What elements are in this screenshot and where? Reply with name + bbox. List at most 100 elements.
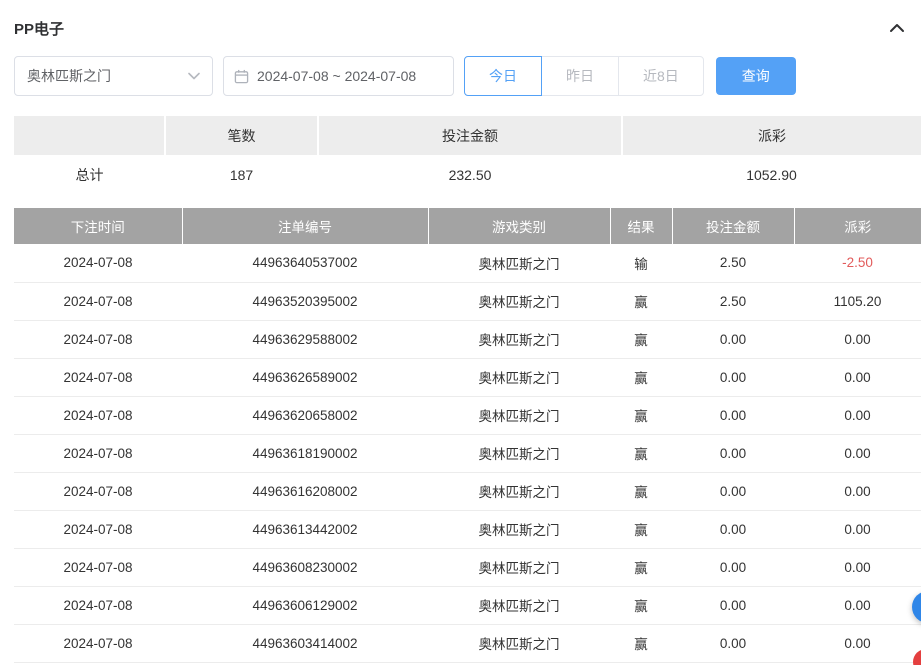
table-row: 2024-07-08 44963629588002 奥林匹斯之门 赢 0.00 … [14, 320, 921, 358]
order-id-cell: 44963616208002 [182, 472, 428, 510]
result-cell: 赢 [610, 510, 672, 548]
bet-time-cell: 2024-07-08 [14, 624, 182, 662]
bet-time-cell: 2024-07-08 [14, 472, 182, 510]
bet-time-cell: 2024-07-08 [14, 548, 182, 586]
game-type-cell: 奥林匹斯之门 [428, 244, 610, 282]
summary-header-row: 笔数 投注金额 派彩 [14, 116, 921, 155]
panel-header: PP电子 [14, 12, 921, 44]
collapse-chevron-up-icon[interactable] [889, 23, 905, 33]
pp-games-panel: PP电子 奥林匹斯之门 2024-07-08 ~ 2024-07-08 今日 昨… [0, 0, 921, 663]
search-button[interactable]: 查询 [716, 57, 796, 95]
bet-table-header-row: 下注时间 注单编号 游戏类别 结果 投注金额 派彩 [14, 208, 921, 244]
order-id-cell: 44963613442002 [182, 510, 428, 548]
payout-cell: 0.00 [794, 586, 921, 624]
chevron-down-icon [188, 72, 200, 80]
summary-header-blank [14, 116, 165, 155]
bet-time-cell: 2024-07-08 [14, 320, 182, 358]
result-cell: 赢 [610, 396, 672, 434]
payout-cell: 1105.20 [794, 282, 921, 320]
game-type-cell: 奥林匹斯之门 [428, 548, 610, 586]
summary-total-bet-amount: 232.50 [318, 155, 622, 195]
date-range-picker[interactable]: 2024-07-08 ~ 2024-07-08 [223, 56, 454, 96]
bet-time-cell: 2024-07-08 [14, 244, 182, 282]
bet-amount-cell: 0.00 [672, 586, 794, 624]
payout-cell: 0.00 [794, 320, 921, 358]
table-row: 2024-07-08 44963613442002 奥林匹斯之门 赢 0.00 … [14, 510, 921, 548]
bet-table-body: 2024-07-08 44963640537002 奥林匹斯之门 输 2.50 … [14, 244, 921, 662]
payout-cell: 0.00 [794, 358, 921, 396]
game-type-cell: 奥林匹斯之门 [428, 396, 610, 434]
game-type-cell: 奥林匹斯之门 [428, 472, 610, 510]
payout-cell: 0.00 [794, 434, 921, 472]
payout-cell: -2.50 [794, 244, 921, 282]
summary-total-payout: 1052.90 [622, 155, 921, 195]
yesterday-button[interactable]: 昨日 [541, 56, 619, 96]
last-8-days-button[interactable]: 近8日 [618, 56, 704, 96]
bet-time-cell: 2024-07-08 [14, 586, 182, 624]
header-bet-amount: 投注金额 [672, 208, 794, 244]
bet-time-cell: 2024-07-08 [14, 358, 182, 396]
result-cell: 赢 [610, 434, 672, 472]
result-cell: 赢 [610, 358, 672, 396]
result-cell: 赢 [610, 320, 672, 358]
bet-amount-cell: 0.00 [672, 472, 794, 510]
payout-cell: 0.00 [794, 472, 921, 510]
bet-amount-cell: 0.00 [672, 624, 794, 662]
summary-table: 笔数 投注金额 派彩 总计 187 232.50 1052.90 [14, 116, 921, 195]
order-id-cell: 44963640537002 [182, 244, 428, 282]
summary-header-bet-amount: 投注金额 [318, 116, 622, 155]
table-row: 2024-07-08 44963603414002 奥林匹斯之门 赢 0.00 … [14, 624, 921, 662]
order-id-cell: 44963608230002 [182, 548, 428, 586]
calendar-icon [234, 69, 249, 84]
payout-cell: 0.00 [794, 510, 921, 548]
game-type-cell: 奥林匹斯之门 [428, 586, 610, 624]
summary-total-row: 总计 187 232.50 1052.90 [14, 155, 921, 195]
game-select[interactable]: 奥林匹斯之门 [14, 56, 213, 96]
order-id-cell: 44963629588002 [182, 320, 428, 358]
bet-amount-cell: 0.00 [672, 548, 794, 586]
game-type-cell: 奥林匹斯之门 [428, 624, 610, 662]
today-button[interactable]: 今日 [464, 56, 542, 96]
filter-bar: 奥林匹斯之门 2024-07-08 ~ 2024-07-08 今日 昨日 近8日… [14, 56, 921, 96]
table-row: 2024-07-08 44963626589002 奥林匹斯之门 赢 0.00 … [14, 358, 921, 396]
game-select-value: 奥林匹斯之门 [27, 66, 111, 86]
bet-table: 下注时间 注单编号 游戏类别 结果 投注金额 派彩 2024-07-08 449… [14, 208, 921, 663]
bet-amount-cell: 0.00 [672, 434, 794, 472]
order-id-cell: 44963626589002 [182, 358, 428, 396]
bet-amount-cell: 0.00 [672, 396, 794, 434]
table-row: 2024-07-08 44963606129002 奥林匹斯之门 赢 0.00 … [14, 586, 921, 624]
game-type-cell: 奥林匹斯之门 [428, 510, 610, 548]
order-id-cell: 44963606129002 [182, 586, 428, 624]
payout-cell: 0.00 [794, 396, 921, 434]
bet-amount-cell: 0.00 [672, 320, 794, 358]
table-row: 2024-07-08 44963616208002 奥林匹斯之门 赢 0.00 … [14, 472, 921, 510]
result-cell: 输 [610, 244, 672, 282]
header-game-type: 游戏类别 [428, 208, 610, 244]
page-title: PP电子 [14, 18, 64, 39]
table-row: 2024-07-08 44963640537002 奥林匹斯之门 输 2.50 … [14, 244, 921, 282]
result-cell: 赢 [610, 586, 672, 624]
table-row: 2024-07-08 44963520395002 奥林匹斯之门 赢 2.50 … [14, 282, 921, 320]
bet-amount-cell: 0.00 [672, 510, 794, 548]
header-order-id: 注单编号 [182, 208, 428, 244]
bet-amount-cell: 2.50 [672, 282, 794, 320]
header-bet-time: 下注时间 [14, 208, 182, 244]
result-cell: 赢 [610, 548, 672, 586]
payout-cell: 0.00 [794, 624, 921, 662]
result-cell: 赢 [610, 472, 672, 510]
header-result: 结果 [610, 208, 672, 244]
summary-total-count: 187 [165, 155, 318, 195]
bet-time-cell: 2024-07-08 [14, 396, 182, 434]
header-payout: 派彩 [794, 208, 921, 244]
game-type-cell: 奥林匹斯之门 [428, 358, 610, 396]
bet-amount-cell: 2.50 [672, 244, 794, 282]
order-id-cell: 44963620658002 [182, 396, 428, 434]
game-type-cell: 奥林匹斯之门 [428, 282, 610, 320]
bet-time-cell: 2024-07-08 [14, 282, 182, 320]
bet-amount-cell: 0.00 [672, 358, 794, 396]
game-type-cell: 奥林匹斯之门 [428, 434, 610, 472]
summary-header-count: 笔数 [165, 116, 318, 155]
order-id-cell: 44963603414002 [182, 624, 428, 662]
bet-time-cell: 2024-07-08 [14, 434, 182, 472]
bet-time-cell: 2024-07-08 [14, 510, 182, 548]
